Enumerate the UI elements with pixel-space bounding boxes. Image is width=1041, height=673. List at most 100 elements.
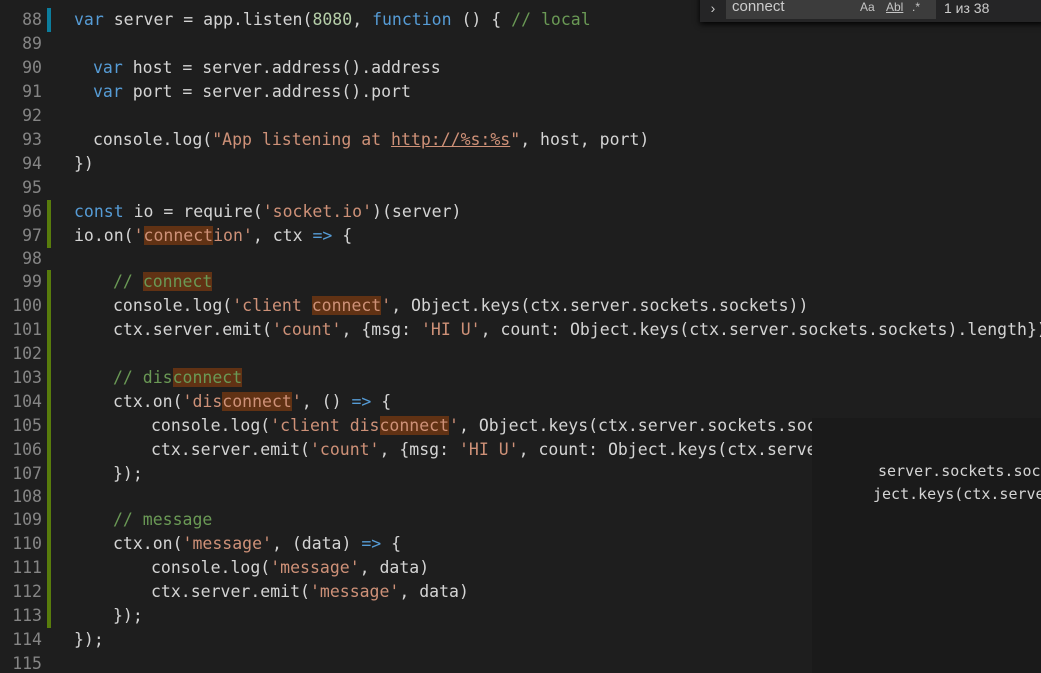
token-string: ' [381,296,392,315]
token-text: , data) [399,582,469,601]
token-text: , {msg: [379,440,459,459]
code-line-90[interactable]: var host = server.address().address [93,56,441,80]
token-url[interactable]: http://%s:%s [391,130,510,149]
line-number: 102 [12,344,42,363]
line-number: 113 [12,606,42,625]
token-text: , count: Object.keys(ctx.server.sockets.… [480,320,1041,339]
code-line-109[interactable]: // message [113,508,212,532]
code-line-107[interactable]: }); [113,462,143,486]
git-change-bar[interactable] [47,200,51,224]
token-text: , [352,10,373,29]
git-change-bar[interactable] [47,294,51,318]
token-text: ctx.server.emit( [151,440,310,459]
git-change-bar[interactable] [47,342,51,366]
code-line-94[interactable]: }) [74,152,94,176]
find-input[interactable]: connect [726,0,936,19]
code-line-104[interactable]: ctx.on('disconnect', () => { [113,390,391,414]
token-string: 'message' [270,558,360,577]
token-string: 'dis [182,392,223,411]
line-number: 96 [22,202,42,221]
token-text: , host, port) [520,130,650,149]
token-keyword: var [93,82,123,101]
code-line-99[interactable]: // connect [113,270,213,294]
token-string: 'client [232,296,312,315]
match-count: 1 из 38 [944,0,990,16]
line-number: 99 [22,272,42,291]
line-number: 90 [22,58,42,77]
token-text: , data) [359,558,430,577]
token-text: , {msg: [341,320,421,339]
token-comment: // dis [113,368,173,387]
git-change-bar[interactable] [47,532,51,556]
git-change-bar[interactable] [47,366,51,390]
whole-word-button[interactable]: Abl [886,0,903,16]
line-number: 108 [12,487,42,506]
git-change-bar[interactable] [47,270,51,294]
token-string: ' [133,226,144,245]
code-line-96[interactable]: const io = require('socket.io')(server) [74,200,461,224]
token-string: " [510,130,521,149]
git-change-bar[interactable] [47,462,51,486]
git-change-bar[interactable] [47,556,51,580]
line-number: 98 [22,249,42,268]
token-string: 'count' [309,440,380,459]
code-editor[interactable]: 88 89 90 91 92 93 94 95 96 97 98 99 100 101 102 103 104 1… [0,0,1041,673]
line-number: 91 [22,82,42,101]
match-case-button[interactable]: Aa [860,0,875,16]
toggle-replace-chevron-icon[interactable]: › [706,0,720,18]
token-text: }); [113,606,143,625]
token-string: 'HI U' [458,440,519,459]
code-line-97[interactable]: io.on('connection', ctx => { [74,224,352,248]
code-line-101[interactable]: ctx.server.emit('count', {msg: 'HI U', c… [113,318,1041,342]
token-string: "App listening at [212,130,392,149]
search-match: connect [142,272,213,291]
code-line-93[interactable]: console.log("App listening at http://%s:… [93,128,649,152]
token-text: ctx.server.emit( [151,582,310,601]
code-line-110[interactable]: ctx.on('message', (data) => { [113,532,401,556]
search-match: connect [172,368,243,387]
token-text: () { [451,10,512,29]
token-keyword: function [372,10,452,29]
code-line-100[interactable]: console.log('client connect', Object.key… [113,294,808,318]
token-text: { [381,534,402,553]
token-text: }); [113,464,143,483]
code-line-114[interactable]: }); [74,628,104,652]
token-text: , () [301,392,352,411]
token-string: 'client dis [270,416,380,435]
token-string: ion' [213,226,253,245]
line-number: 89 [22,34,42,53]
git-change-bar[interactable] [47,580,51,604]
git-change-bar[interactable] [47,485,51,509]
git-change-bar[interactable] [47,390,51,414]
token-text: }); [74,630,104,649]
line-number: 104 [12,392,42,411]
regex-button[interactable]: .* [912,0,920,16]
token-text: }) [74,154,94,173]
code-line-106[interactable]: ctx.server.emit('count', {msg: 'HI U', c… [151,438,836,462]
code-line-88[interactable]: var server = app.listen(8080, function (… [74,8,591,32]
code-line-112[interactable]: ctx.server.emit('message', data) [151,580,469,604]
git-change-bar[interactable] [47,318,51,342]
git-change-bar[interactable] [47,414,51,438]
git-change-bar[interactable] [47,508,51,532]
line-number: 110 [12,534,42,553]
token-text: console.log( [151,416,271,435]
git-change-bar[interactable] [47,8,51,32]
git-change-bar[interactable] [47,604,51,628]
line-number: 106 [12,440,42,459]
token-string: 'message' [182,534,272,553]
token-string: ' [291,392,302,411]
token-text: port = server.address().port [122,82,411,101]
token-arrow: => [351,392,372,411]
git-change-bar[interactable] [47,224,51,248]
code-line-113[interactable]: }); [113,604,143,628]
code-line-111[interactable]: console.log('message', data) [151,556,429,580]
overlay-line-1: server.sockets.socke [878,462,1041,480]
line-number: 93 [22,130,42,149]
search-match: connect [311,296,382,315]
code-line-103[interactable]: // disconnect [113,366,243,390]
git-change-bar[interactable] [47,438,51,462]
line-number: 97 [22,226,42,245]
code-line-91[interactable]: var port = server.address().port [93,80,411,104]
code-line-105[interactable]: console.log('client disconnect', Object.… [151,414,876,438]
